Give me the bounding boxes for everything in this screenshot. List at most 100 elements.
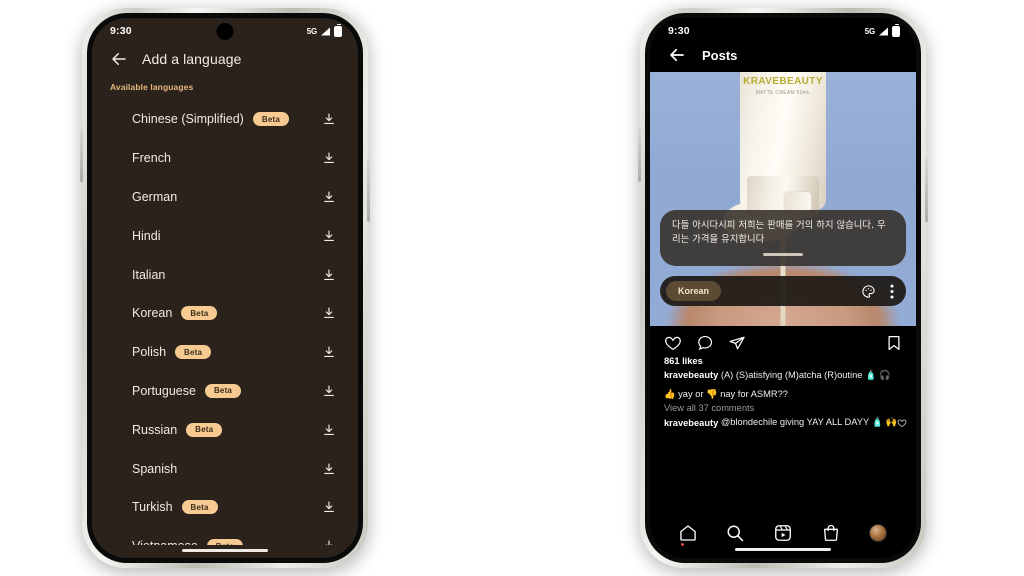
back-arrow-icon[interactable] bbox=[110, 50, 128, 68]
language-name: Polish bbox=[132, 345, 167, 360]
search-icon[interactable] bbox=[725, 523, 745, 543]
language-name: Korean bbox=[132, 306, 173, 321]
top-comment: kravebeauty @blondechile giving YAY ALL … bbox=[664, 417, 907, 428]
add-language-screen: 9:30 5G Add a language Available languag… bbox=[92, 18, 358, 558]
language-chip-korean[interactable]: Korean bbox=[666, 281, 722, 301]
status-indicators: 5G bbox=[307, 23, 342, 37]
language-row[interactable]: Hindi bbox=[92, 216, 358, 255]
beta-badge: Beta bbox=[204, 383, 242, 398]
post-media[interactable]: KRAVEBEAUTY MATTE CREAM 50mL 다들 아시다시피 저희… bbox=[650, 72, 916, 326]
beta-badge: Beta bbox=[181, 306, 218, 321]
bookmark-icon[interactable] bbox=[886, 334, 902, 352]
volume-buttons-left[interactable] bbox=[80, 128, 83, 182]
beta-badge: Beta bbox=[186, 422, 223, 437]
post-action-bar bbox=[650, 326, 916, 356]
beta-badge: Beta bbox=[252, 112, 289, 127]
comment-bubble-icon[interactable] bbox=[696, 334, 714, 352]
status-indicators: 5G bbox=[864, 23, 900, 37]
download-icon[interactable] bbox=[322, 423, 336, 437]
download-icon[interactable] bbox=[322, 112, 336, 126]
download-icon[interactable] bbox=[322, 190, 336, 204]
language-name: Spanish bbox=[132, 461, 178, 476]
palette-icon[interactable] bbox=[861, 284, 876, 299]
heart-icon[interactable] bbox=[664, 334, 682, 352]
language-row[interactable]: French bbox=[92, 139, 358, 178]
beta-badge: Beta bbox=[181, 500, 218, 515]
power-button-left[interactable] bbox=[367, 158, 370, 222]
download-icon[interactable] bbox=[322, 151, 336, 165]
instagram-post-screen: 9:30 5G Posts KRAVEBEAUTY MATTE CREAM 50… bbox=[650, 18, 916, 558]
language-name: Russian bbox=[132, 422, 178, 437]
download-icon[interactable] bbox=[322, 229, 336, 243]
download-icon[interactable] bbox=[322, 306, 336, 320]
comment-like-heart-icon[interactable] bbox=[897, 418, 907, 428]
language-row[interactable]: Polish Beta bbox=[92, 333, 358, 372]
battery-icon bbox=[892, 23, 900, 37]
language-row[interactable]: VietnameseBeta bbox=[92, 527, 358, 545]
volume-buttons-right[interactable] bbox=[638, 128, 641, 182]
post-username[interactable]: kravebeauty bbox=[664, 370, 718, 380]
download-icon[interactable] bbox=[322, 384, 336, 398]
status-bar-right: 9:30 5G bbox=[650, 18, 916, 44]
language-row[interactable]: Turkish Beta bbox=[92, 488, 358, 527]
phone-bezel-right: 9:30 5G Posts KRAVEBEAUTY MATTE CREAM 50… bbox=[645, 13, 921, 563]
nav-item-reels[interactable] bbox=[773, 523, 793, 543]
home-notification-dot bbox=[680, 542, 684, 546]
app-bar-left: Add a language bbox=[92, 44, 358, 78]
view-all-comments-link[interactable]: View all 37 comments bbox=[664, 403, 902, 413]
language-row[interactable]: Italian bbox=[92, 255, 358, 294]
language-row[interactable]: Portuguese Beta bbox=[92, 372, 358, 411]
home-indicator-wrap-left bbox=[92, 545, 358, 559]
phone-device-left: 9:30 5G Add a language Available languag… bbox=[80, 8, 370, 568]
home-icon[interactable] bbox=[678, 523, 698, 543]
language-name: Turkish bbox=[132, 500, 173, 515]
screenshot-canvas: 9:30 5G Add a language Available languag… bbox=[0, 0, 1024, 576]
status-time: 9:30 bbox=[110, 25, 132, 37]
post-caption-line2: 👍 yay or 👎 nay for ASMR?? bbox=[664, 389, 788, 400]
download-icon[interactable] bbox=[322, 462, 336, 476]
post-meta: 861 likes kravebeauty (A) (S)atisfying (… bbox=[650, 356, 916, 516]
power-button-right[interactable] bbox=[925, 158, 928, 222]
home-indicator[interactable] bbox=[735, 547, 831, 551]
network-label: 5G bbox=[864, 26, 875, 36]
camera-notch bbox=[216, 23, 234, 40]
download-icon[interactable] bbox=[322, 345, 336, 359]
language-name: Hindi bbox=[132, 228, 161, 243]
translated-caption-overlay[interactable]: 다들 아시다시피 저희는 판매를 거의 하지 않습니다. 우리는 가격을 유지합… bbox=[660, 210, 906, 266]
caption-drag-handle[interactable] bbox=[763, 253, 803, 256]
download-icon[interactable] bbox=[322, 268, 336, 282]
phone-bezel-left: 9:30 5G Add a language Available languag… bbox=[87, 13, 363, 563]
shopping-bag-icon[interactable] bbox=[821, 523, 841, 543]
nav-item-profile[interactable] bbox=[868, 523, 888, 543]
language-row[interactable]: German bbox=[92, 178, 358, 217]
language-row[interactable]: Russian Beta bbox=[92, 410, 358, 449]
page-title: Posts bbox=[702, 47, 738, 63]
back-arrow-icon[interactable] bbox=[668, 46, 686, 64]
beta-badge: Beta bbox=[175, 345, 212, 360]
language-row[interactable]: Chinese (Simplified) Beta bbox=[92, 100, 358, 139]
battery-icon bbox=[334, 23, 342, 37]
product-brand-text: KRAVEBEAUTY bbox=[743, 76, 823, 87]
app-bar-right: Posts bbox=[650, 44, 916, 72]
status-time: 9:30 bbox=[668, 25, 690, 37]
nav-item-home[interactable] bbox=[678, 523, 698, 546]
share-paperplane-icon[interactable] bbox=[728, 334, 746, 352]
language-name: Italian bbox=[132, 267, 166, 282]
nav-item-shop[interactable] bbox=[821, 523, 841, 543]
reels-icon[interactable] bbox=[773, 523, 793, 543]
nav-item-search[interactable] bbox=[725, 523, 745, 543]
home-indicator[interactable] bbox=[182, 548, 268, 552]
language-row[interactable]: Spanish bbox=[92, 449, 358, 488]
page-title: Add a language bbox=[142, 51, 242, 67]
language-name: Portuguese bbox=[132, 383, 196, 398]
avatar[interactable] bbox=[869, 523, 888, 542]
language-row[interactable]: Korean Beta bbox=[92, 294, 358, 333]
likes-count[interactable]: 861 likes bbox=[664, 356, 902, 366]
language-name: French bbox=[132, 151, 171, 166]
more-vertical-icon[interactable] bbox=[890, 284, 894, 299]
status-bar-left: 9:30 5G bbox=[92, 18, 358, 44]
translation-toolbar[interactable]: Korean bbox=[660, 276, 906, 306]
comment-username[interactable]: kravebeauty bbox=[664, 418, 718, 428]
download-icon[interactable] bbox=[322, 500, 336, 514]
language-list[interactable]: Chinese (Simplified) Beta French German Hind… bbox=[92, 98, 358, 545]
